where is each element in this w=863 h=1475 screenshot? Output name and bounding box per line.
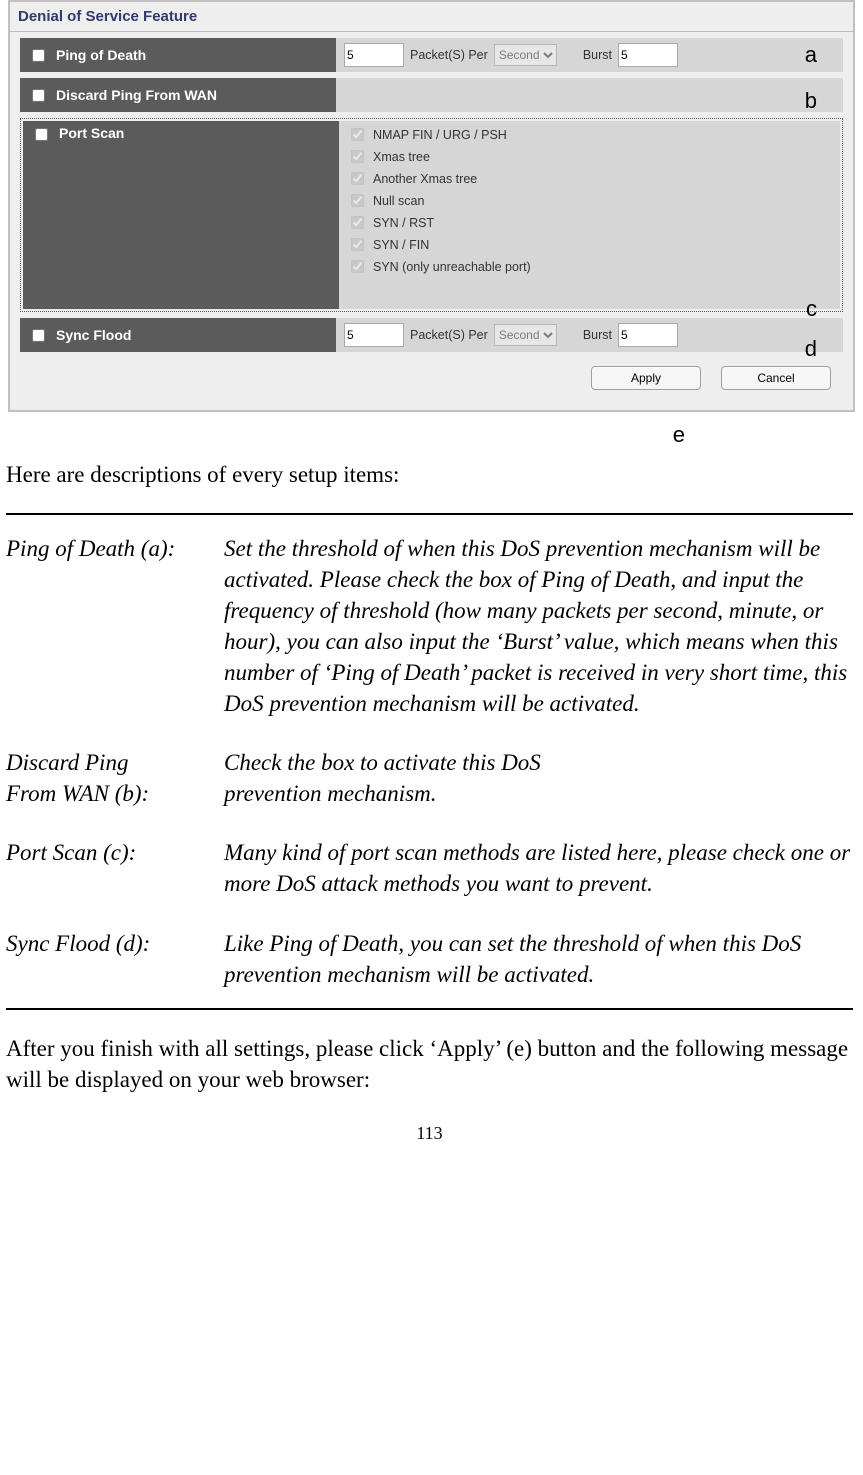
ping-of-death-checkbox[interactable] xyxy=(32,49,45,62)
callout-b: b xyxy=(805,88,817,114)
port-scan-option-checkbox[interactable] xyxy=(351,194,364,207)
row-sync-flood: Sync Flood Packet(S) Per Second Burst xyxy=(20,318,843,352)
dos-feature-panel: Denial of Service Feature Ping of Death … xyxy=(8,0,855,412)
port-scan-option-label: SYN / RST xyxy=(373,216,434,230)
ping-of-death-packets-input[interactable] xyxy=(344,43,404,67)
sync-flood-checkbox[interactable] xyxy=(32,329,45,342)
bottom-rule xyxy=(6,1008,853,1010)
ping-of-death-packets-per: Packet(S) Per xyxy=(410,48,488,62)
description-item: Discard PingFrom WAN (b):Check the box t… xyxy=(6,747,853,809)
port-scan-option-label: Another Xmas tree xyxy=(373,172,477,186)
sync-flood-label: Sync Flood xyxy=(56,327,131,343)
item-value: Set the threshold of when this DoS preve… xyxy=(224,533,853,719)
port-scan-option: SYN (only unreachable port) xyxy=(347,257,531,276)
outro-text: After you finish with all settings, plea… xyxy=(6,1033,853,1095)
ping-of-death-label: Ping of Death xyxy=(56,47,146,63)
item-key: Ping of Death (a): xyxy=(6,533,224,719)
item-value: Like Ping of Death, you can set the thre… xyxy=(224,928,853,990)
discard-ping-label: Discard Ping From WAN xyxy=(56,87,217,103)
top-rule xyxy=(6,513,853,515)
port-scan-option-label: SYN (only unreachable port) xyxy=(373,260,531,274)
item-value: Many kind of port scan methods are liste… xyxy=(224,837,853,899)
description-item: Port Scan (c):Many kind of port scan met… xyxy=(6,837,853,899)
callout-c: c xyxy=(806,296,817,322)
row-ping-of-death: Ping of Death Packet(S) Per Second Burst xyxy=(20,38,843,72)
port-scan-option: Another Xmas tree xyxy=(347,169,477,188)
description-list: Ping of Death (a):Set the threshold of w… xyxy=(6,533,853,990)
ping-of-death-burst-label: Burst xyxy=(583,48,612,62)
item-key: Port Scan (c): xyxy=(6,837,224,899)
ping-of-death-burst-input[interactable] xyxy=(618,43,678,67)
port-scan-options: NMAP FIN / URG / PSH Xmas tree Another Xma… xyxy=(339,121,840,309)
port-scan-option-checkbox[interactable] xyxy=(351,260,364,273)
document-body: Here are descriptions of every setup ite… xyxy=(0,412,863,1145)
sync-flood-packets-input[interactable] xyxy=(344,323,404,347)
port-scan-option-checkbox[interactable] xyxy=(351,150,364,163)
port-scan-option: NMAP FIN / URG / PSH xyxy=(347,125,507,144)
sync-flood-packets-per: Packet(S) Per xyxy=(410,328,488,342)
port-scan-option-checkbox[interactable] xyxy=(351,238,364,251)
description-item: Sync Flood (d):Like Ping of Death, you c… xyxy=(6,928,853,990)
port-scan-label: Port Scan xyxy=(59,125,124,141)
port-scan-option: SYN / RST xyxy=(347,213,434,232)
port-scan-option: Null scan xyxy=(347,191,424,210)
row-port-scan: Port Scan NMAP FIN / URG / PSH Xmas tree A… xyxy=(20,118,843,312)
description-item: Ping of Death (a):Set the threshold of w… xyxy=(6,533,853,719)
page-number: 113 xyxy=(6,1121,853,1145)
intro-text: Here are descriptions of every setup ite… xyxy=(6,459,853,490)
port-scan-label-cell: Port Scan xyxy=(23,121,339,309)
ping-of-death-controls: Packet(S) Per Second Burst xyxy=(336,38,843,72)
callout-d: d xyxy=(805,336,817,362)
item-key: Discard PingFrom WAN (b): xyxy=(6,747,224,809)
sync-flood-controls: Packet(S) Per Second Burst xyxy=(336,318,843,352)
row-discard-ping: Discard Ping From WAN xyxy=(20,78,843,112)
apply-button[interactable]: Apply xyxy=(591,366,701,390)
port-scan-option: SYN / FIN xyxy=(347,235,429,254)
discard-ping-checkbox[interactable] xyxy=(32,89,45,102)
sync-flood-unit-select[interactable]: Second xyxy=(494,324,557,346)
ping-of-death-label-cell: Ping of Death xyxy=(20,38,336,72)
port-scan-option-checkbox[interactable] xyxy=(351,128,364,141)
callout-e: e xyxy=(673,422,685,448)
ping-of-death-unit-select[interactable]: Second xyxy=(494,44,557,66)
port-scan-option-label: Xmas tree xyxy=(373,150,430,164)
cancel-button[interactable]: Cancel xyxy=(721,366,831,390)
button-row: Apply Cancel xyxy=(10,366,831,390)
port-scan-option-label: SYN / FIN xyxy=(373,238,429,252)
callout-a: a xyxy=(805,42,817,68)
sync-flood-burst-input[interactable] xyxy=(618,323,678,347)
discard-ping-label-cell: Discard Ping From WAN xyxy=(20,78,336,112)
port-scan-option-checkbox[interactable] xyxy=(351,172,364,185)
port-scan-checkbox[interactable] xyxy=(35,128,48,141)
port-scan-option-label: Null scan xyxy=(373,194,424,208)
discard-ping-controls xyxy=(336,78,843,112)
port-scan-option-label: NMAP FIN / URG / PSH xyxy=(373,128,507,142)
sync-flood-burst-label: Burst xyxy=(583,328,612,342)
settings-rows: Ping of Death Packet(S) Per Second Burst… xyxy=(20,38,843,352)
sync-flood-label-cell: Sync Flood xyxy=(20,318,336,352)
port-scan-option-checkbox[interactable] xyxy=(351,216,364,229)
item-key: Sync Flood (d): xyxy=(6,928,224,990)
item-value: Check the box to activate this DoSpreven… xyxy=(224,747,853,809)
port-scan-option: Xmas tree xyxy=(347,147,430,166)
panel-title: Denial of Service Feature xyxy=(10,2,853,32)
